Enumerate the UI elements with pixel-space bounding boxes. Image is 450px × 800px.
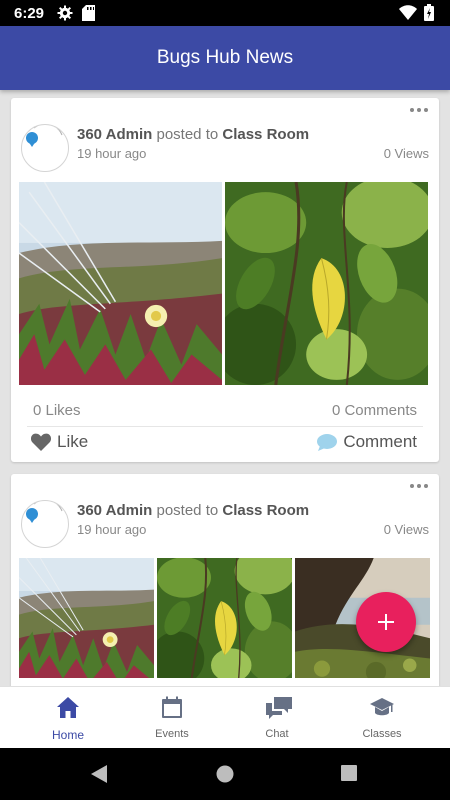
- like-button[interactable]: Like: [31, 432, 88, 452]
- home-circle-icon[interactable]: [216, 765, 234, 783]
- battery-icon: [424, 4, 434, 21]
- like-label: Like: [57, 432, 89, 451]
- more-options-icon[interactable]: [410, 482, 428, 490]
- post-views: 0 Views: [383, 522, 429, 537]
- app-bar: Bugs Hub News: [0, 26, 450, 90]
- posted-to-text: posted to: [156, 126, 219, 143]
- app-title: Bugs Hub News: [156, 47, 294, 68]
- avatar[interactable]: [21, 500, 69, 548]
- avatar[interactable]: [21, 124, 69, 172]
- post-meta: 360 Admin posted to Class Room 19 hour a…: [77, 502, 429, 537]
- post-photo-leaf[interactable]: [157, 558, 292, 678]
- nav-chat[interactable]: Chat: [221, 687, 333, 749]
- avatar-logo-icon: [26, 125, 63, 147]
- heart-icon: [31, 433, 51, 451]
- post-destination[interactable]: Class Room: [222, 502, 309, 519]
- post-time: 19 hour ago: [77, 522, 147, 537]
- post-author[interactable]: 360 Admin: [77, 126, 152, 143]
- bottom-navigation: Home Events Chat Classes: [0, 686, 450, 748]
- nav-label: Chat: [265, 728, 289, 740]
- post-header-line: 360 Admin posted to Class Room: [77, 126, 429, 143]
- posted-to-text: posted to: [156, 502, 219, 519]
- post-photo-leaf[interactable]: [225, 182, 428, 385]
- status-time: 6:29: [14, 5, 45, 22]
- post-author[interactable]: 360 Admin: [77, 502, 152, 519]
- post-card[interactable]: 360 Admin posted to Class Room 19 hour a…: [11, 98, 439, 462]
- post-views: 0 Views: [383, 146, 429, 161]
- divider: [27, 426, 423, 427]
- post-counts: 0 Likes 0 Comments: [33, 402, 417, 419]
- post-photo-beach[interactable]: [19, 182, 222, 385]
- nav-events[interactable]: Events: [116, 687, 228, 749]
- more-options-icon[interactable]: [410, 106, 428, 114]
- calendar-icon: [162, 696, 182, 718]
- post-meta: 360 Admin posted to Class Room 19 hour a…: [77, 126, 429, 161]
- post-photo-beach[interactable]: [19, 558, 154, 678]
- nav-label: Events: [155, 728, 189, 740]
- graduation-cap-icon: [370, 698, 394, 716]
- avatar-logo-icon: [26, 501, 63, 523]
- back-icon[interactable]: [90, 765, 108, 783]
- plus-icon: [378, 614, 394, 630]
- chat-bubbles-icon: [266, 697, 292, 719]
- status-bar: 6:29: [0, 0, 450, 26]
- add-post-fab[interactable]: [356, 592, 416, 652]
- post-header-line: 360 Admin posted to Class Room: [77, 502, 429, 519]
- comment-bubble-icon: [317, 433, 338, 451]
- likes-count[interactable]: 0 Likes: [33, 402, 81, 419]
- nav-label: Home: [51, 728, 84, 742]
- post-time: 19 hour ago: [77, 146, 147, 161]
- comment-button[interactable]: Comment: [317, 432, 417, 452]
- nav-classes[interactable]: Classes: [326, 687, 438, 749]
- nav-home[interactable]: Home: [12, 687, 124, 749]
- system-navigation-bar: [0, 748, 450, 800]
- settings-gear-icon: [57, 5, 73, 21]
- post-destination[interactable]: Class Room: [222, 126, 309, 143]
- nav-label: Classes: [362, 728, 402, 740]
- comment-label: Comment: [343, 432, 417, 451]
- post-images: [19, 182, 428, 385]
- wifi-icon: [399, 5, 417, 20]
- post-card[interactable]: 360 Admin posted to Class Room 19 hour a…: [11, 474, 439, 686]
- home-icon: [57, 697, 79, 718]
- sd-card-icon: [82, 5, 95, 21]
- comments-count[interactable]: 0 Comments: [332, 402, 417, 419]
- recents-icon[interactable]: [341, 765, 357, 781]
